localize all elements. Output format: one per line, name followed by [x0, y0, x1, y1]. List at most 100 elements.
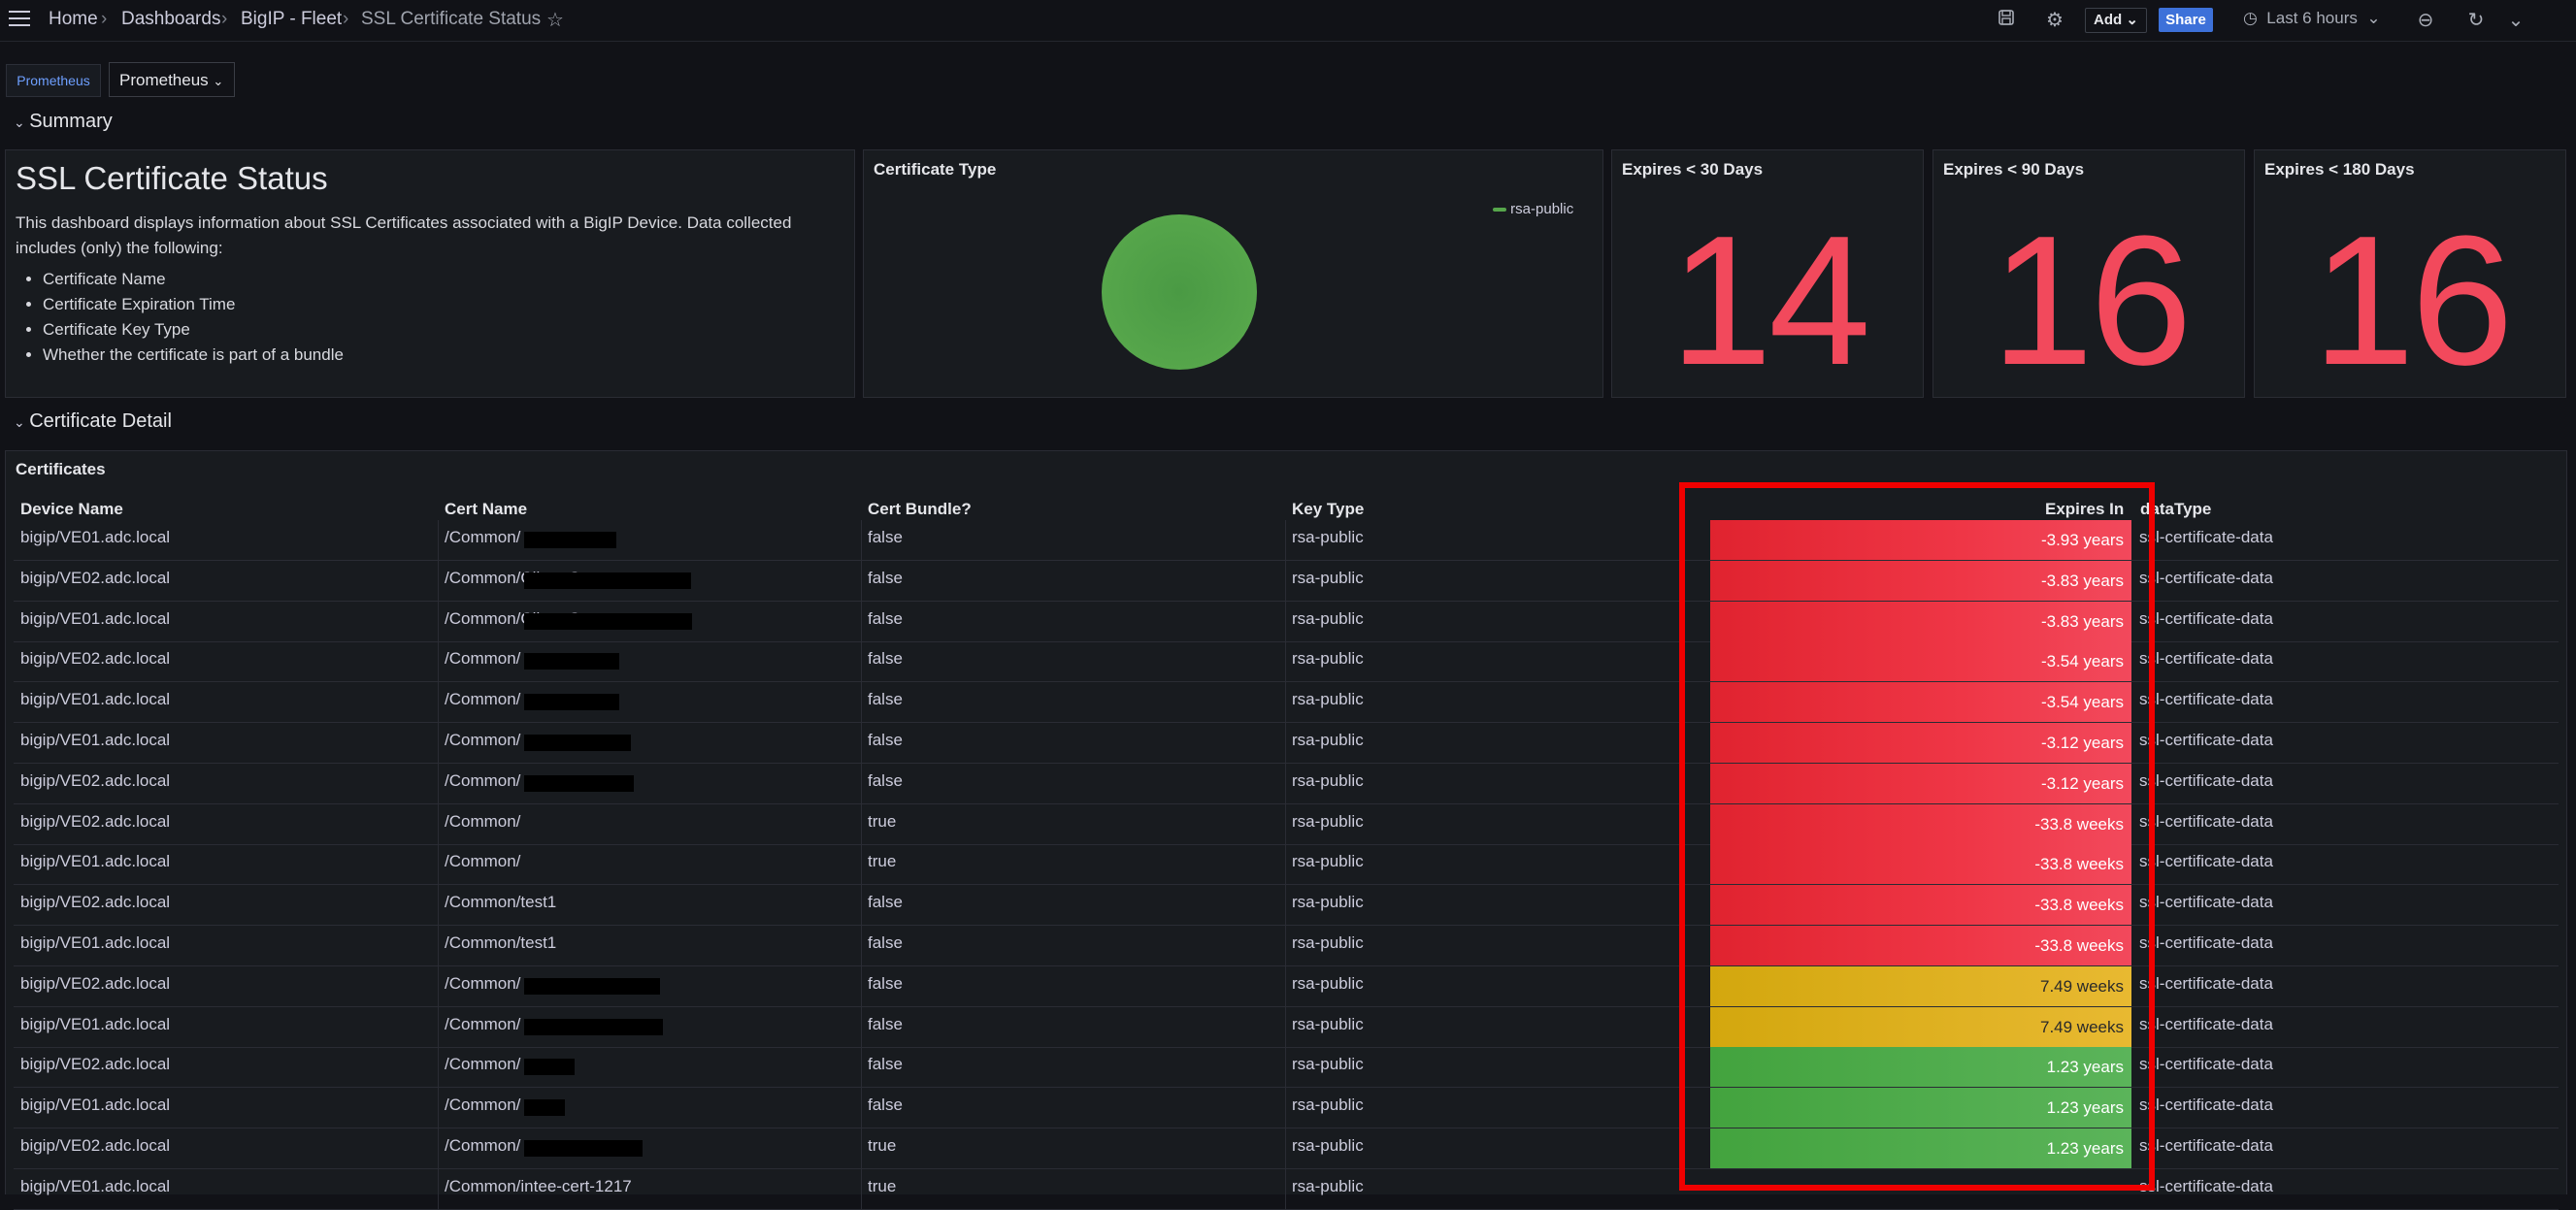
cell-key-type: rsa-public	[1292, 609, 1364, 628]
table-row[interactable]: bigip/VE02.adc.local/Common/false rsa-pub…	[14, 764, 2559, 804]
row-summary-toggle[interactable]: ⌄ Summary	[14, 111, 113, 133]
table-row[interactable]: bigip/VE02.adc.local/Common/test1 false rs…	[14, 885, 2559, 926]
cell-device-name: bigip/VE02.adc.local	[20, 893, 171, 911]
table-row[interactable]: bigip/VE02.adc.local/Common/false rsa-pub…	[14, 641, 2559, 682]
table-row[interactable]: bigip/VE01.adc.local/Common/Client-Cert f…	[14, 602, 2559, 642]
column-divider	[1285, 885, 1286, 925]
redaction-block	[524, 613, 692, 630]
cell-key-type: rsa-public	[1292, 690, 1364, 708]
panel-title: Expires < 180 Days	[2264, 160, 2415, 179]
column-header-device-name[interactable]: Device Name	[20, 500, 123, 519]
column-divider	[438, 885, 439, 925]
cell-cert-name: /Common/	[445, 1096, 521, 1114]
cell-datatype: ssl-certificate-data	[2139, 812, 2273, 831]
add-button[interactable]: Add ⌄	[2085, 8, 2147, 33]
column-divider	[1285, 602, 1286, 641]
breadcrumb-folder[interactable]: BigIP - Fleet	[241, 9, 342, 30]
cell-key-type: rsa-public	[1292, 1015, 1364, 1033]
refresh-icon[interactable]: ↻	[2462, 8, 2490, 33]
gear-icon[interactable]: ⚙	[2041, 8, 2068, 33]
column-header-cert-name[interactable]: Cert Name	[445, 500, 527, 519]
table-row[interactable]: bigip/VE01.adc.local/Common/false rsa-pub…	[14, 723, 2559, 764]
cell-datatype: ssl-certificate-data	[2139, 649, 2273, 668]
table-row[interactable]: bigip/VE01.adc.local/Common/test1 false rs…	[14, 926, 2559, 966]
column-divider	[861, 602, 862, 641]
cell-key-type: rsa-public	[1292, 893, 1364, 911]
cell-device-name: bigip/VE02.adc.local	[20, 569, 171, 587]
stat-value: 14	[1669, 198, 1870, 404]
column-divider	[861, 1007, 862, 1047]
cell-datatype: ssl-certificate-data	[2139, 609, 2273, 628]
table-row[interactable]: bigip/VE01.adc.local/Common/true rsa-publ…	[14, 844, 2559, 885]
table-row[interactable]: bigip/VE01.adc.local/Common/false rsa-pub…	[14, 682, 2559, 723]
column-divider	[438, 844, 439, 884]
redaction-block	[524, 1099, 565, 1116]
star-icon[interactable]: ☆	[542, 8, 569, 33]
top-navbar: Home › Dashboards › BigIP - Fleet › SSL …	[0, 0, 2576, 42]
cell-device-name: bigip/VE01.adc.local	[20, 933, 171, 952]
cell-key-type: rsa-public	[1292, 1177, 1364, 1195]
column-header-key-type[interactable]: Key Type	[1292, 500, 1364, 519]
column-divider	[861, 844, 862, 884]
cell-device-name: bigip/VE01.adc.local	[20, 1096, 171, 1114]
column-divider	[438, 764, 439, 803]
column-divider	[438, 1088, 439, 1128]
cell-cert-bundle: false	[868, 731, 903, 749]
cell-device-name: bigip/VE02.adc.local	[20, 1055, 171, 1073]
cell-cert-name: /Common/	[445, 1055, 521, 1073]
time-range-picker[interactable]: ◷ Last 6 hours ⌄	[2243, 9, 2381, 28]
cell-cert-name: /Common/test1	[445, 893, 557, 911]
column-divider	[1285, 641, 1286, 681]
cell-datatype: ssl-certificate-data	[2139, 1136, 2273, 1155]
pie-slice-rsa-public[interactable]	[1102, 214, 1257, 370]
share-button[interactable]: Share	[2159, 8, 2213, 32]
list-item: Certificate Key Type	[43, 317, 344, 343]
cell-cert-bundle: false	[868, 569, 903, 587]
time-range-label: Last 6 hours	[2266, 9, 2358, 27]
cell-cert-name: /Common/	[445, 649, 521, 668]
table-row[interactable]: bigip/VE02.adc.local/Common/false rsa-pub…	[14, 1047, 2559, 1088]
table-row[interactable]: bigip/VE01.adc.local/Common/intee-cert-1…	[14, 1169, 2559, 1210]
save-icon[interactable]	[1993, 8, 2020, 33]
highlight-box	[1679, 482, 2155, 1191]
row-detail-toggle[interactable]: ⌄ Certificate Detail	[14, 410, 172, 433]
column-divider	[438, 1007, 439, 1047]
refresh-interval-chevron-icon[interactable]: ⌄	[2502, 8, 2529, 33]
table-row[interactable]: bigip/VE01.adc.local/Common/false rsa-pub…	[14, 1007, 2559, 1048]
table-row[interactable]: bigip/VE02.adc.local/Common/true rsa-publ…	[14, 804, 2559, 845]
cell-device-name: bigip/VE01.adc.local	[20, 528, 171, 546]
redaction-block	[524, 694, 619, 710]
breadcrumb-dashboards[interactable]: Dashboards	[121, 9, 220, 30]
column-divider	[861, 520, 862, 560]
pie-legend[interactable]: rsa-public	[1493, 201, 1573, 217]
table-row[interactable]: bigip/VE02.adc.local/Common/Client-Cert f…	[14, 561, 2559, 602]
column-header-cert-bundle[interactable]: Cert Bundle?	[868, 500, 972, 519]
cell-cert-name: /Common/	[445, 1015, 521, 1033]
column-divider	[861, 926, 862, 965]
cell-key-type: rsa-public	[1292, 974, 1364, 993]
column-divider	[861, 723, 862, 763]
add-button-label: Add	[2094, 12, 2123, 28]
column-divider	[1285, 764, 1286, 803]
cell-cert-bundle: true	[868, 1177, 897, 1195]
datasource-select[interactable]: Prometheus ⌄	[109, 62, 235, 97]
cell-device-name: bigip/VE02.adc.local	[20, 974, 171, 993]
chevron-down-icon: ⌄	[14, 414, 25, 430]
cell-datatype: ssl-certificate-data	[2139, 974, 2273, 993]
column-divider	[438, 682, 439, 722]
table-row[interactable]: bigip/VE02.adc.local/Common/false rsa-pub…	[14, 966, 2559, 1007]
cell-cert-bundle: false	[868, 528, 903, 546]
column-divider	[1285, 804, 1286, 844]
table-row[interactable]: bigip/VE02.adc.local/Common/true rsa-publ…	[14, 1128, 2559, 1169]
column-divider	[1285, 1128, 1286, 1168]
panel-title: Certificate Type	[874, 160, 997, 179]
cell-key-type: rsa-public	[1292, 1136, 1364, 1155]
breadcrumb-home[interactable]: Home	[49, 9, 98, 30]
row-summary-title: Summary	[29, 111, 113, 132]
table-row[interactable]: bigip/VE01.adc.local/Common/false rsa-pub…	[14, 1088, 2559, 1128]
menu-icon[interactable]	[9, 11, 30, 28]
cell-cert-bundle: false	[868, 974, 903, 993]
cell-datatype: ssl-certificate-data	[2139, 1055, 2273, 1073]
table-row[interactable]: bigip/VE01.adc.local/Common/false rsa-pub…	[14, 520, 2559, 561]
zoom-out-icon[interactable]: ⊖	[2412, 8, 2439, 33]
